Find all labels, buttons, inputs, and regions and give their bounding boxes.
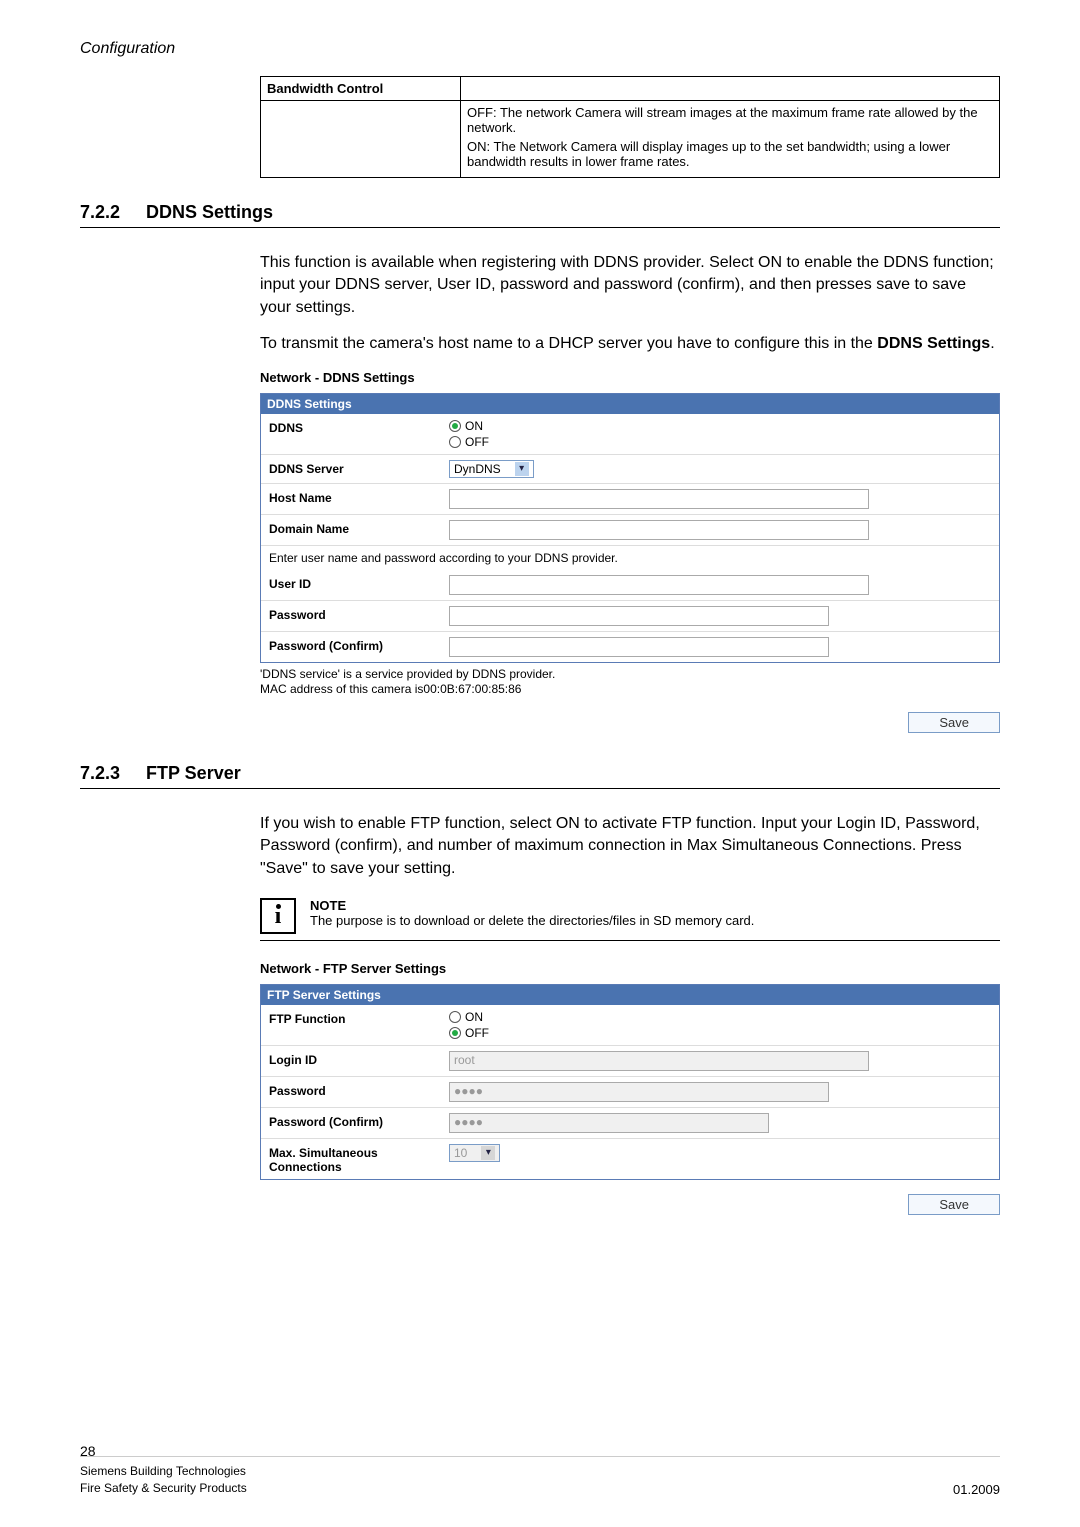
note-callout: ı NOTE The purpose is to download or del… <box>260 898 1000 941</box>
section-ddns-num: 7.2.2 <box>80 202 130 223</box>
ftp-password-label: Password <box>269 1082 449 1098</box>
footer-date: 01.2009 <box>953 1482 1000 1497</box>
chevron-down-icon: ▾ <box>515 462 529 476</box>
footer-line1: Siemens Building Technologies <box>80 1463 247 1480</box>
note-body: The purpose is to download or delete the… <box>310 913 1000 928</box>
info-icon: ı <box>260 898 296 934</box>
bandwidth-row-desc: OFF: The network Camera will stream imag… <box>461 101 1000 178</box>
ddns-password-confirm-input[interactable] <box>449 637 829 657</box>
ddns-host-label: Host Name <box>269 489 449 505</box>
ddns-server-select[interactable]: DynDNS ▾ <box>449 460 534 478</box>
ddns-host-input[interactable] <box>449 489 869 509</box>
ddns-footnote: 'DDNS service' is a service provided by … <box>260 667 1000 698</box>
bandwidth-heading: Bandwidth Control <box>261 77 461 101</box>
ddns-radio-off[interactable]: OFF <box>449 435 991 449</box>
chevron-down-icon: ▾ <box>481 1146 495 1160</box>
ftp-max-conn-label: Max. Simultaneous Connections <box>269 1144 449 1174</box>
ddns-panel: DDNS Settings DDNS ON OFF DDNS Server <box>260 393 1000 663</box>
ftp-func-label: FTP Function <box>269 1010 449 1026</box>
ddns-para-1: This function is available when register… <box>260 252 1000 319</box>
ftp-para-1: If you wish to enable FTP function, sele… <box>260 813 1000 880</box>
radio-icon <box>449 436 461 448</box>
ftp-panel-head: FTP Server Settings <box>261 985 999 1005</box>
section-ftp-title: FTP Server <box>146 763 241 784</box>
ddns-user-input[interactable] <box>449 575 869 595</box>
section-ftp: 7.2.3 FTP Server <box>80 763 1000 789</box>
radio-icon <box>449 1027 461 1039</box>
bandwidth-heading-empty <box>461 77 1000 101</box>
ddns-instruction: Enter user name and password according t… <box>261 545 999 570</box>
bandwidth-row-label <box>261 101 461 178</box>
ddns-panel-title: Network - DDNS Settings <box>260 370 1000 385</box>
section-ddns: 7.2.2 DDNS Settings <box>80 202 1000 228</box>
ddns-password-input[interactable] <box>449 606 829 626</box>
ftp-password-input[interactable]: ●●●● <box>449 1082 829 1102</box>
ftp-login-label: Login ID <box>269 1051 449 1067</box>
ftp-max-conn-select[interactable]: 10 ▾ <box>449 1144 500 1162</box>
ftp-radio-off[interactable]: OFF <box>449 1026 991 1040</box>
bandwidth-off-text: OFF: The network Camera will stream imag… <box>467 105 993 135</box>
ftp-password-confirm-input[interactable]: ●●●● <box>449 1113 769 1133</box>
note-head: NOTE <box>310 898 1000 913</box>
radio-icon <box>449 420 461 432</box>
ddns-para-2: To transmit the camera's host name to a … <box>260 333 1000 355</box>
ddns-save-button[interactable]: Save <box>908 712 1000 733</box>
ddns-user-label: User ID <box>269 575 449 591</box>
section-ddns-title: DDNS Settings <box>146 202 273 223</box>
ddns-domain-label: Domain Name <box>269 520 449 536</box>
footer-line2: Fire Safety & Security Products <box>80 1480 247 1497</box>
ddns-password-confirm-label: Password (Confirm) <box>269 637 449 653</box>
section-ftp-num: 7.2.3 <box>80 763 130 784</box>
ddns-server-label: DDNS Server <box>269 460 449 476</box>
ddns-label: DDNS <box>269 419 449 435</box>
page-header: Configuration <box>80 40 1000 58</box>
ftp-panel-title: Network - FTP Server Settings <box>260 961 1000 976</box>
bandwidth-control-table: Bandwidth Control OFF: The network Camer… <box>260 76 1000 178</box>
ftp-radio-on[interactable]: ON <box>449 1010 991 1024</box>
ftp-panel: FTP Server Settings FTP Function ON OFF … <box>260 984 1000 1180</box>
ddns-radio-on[interactable]: ON <box>449 419 991 433</box>
ddns-domain-input[interactable] <box>449 520 869 540</box>
ddns-panel-head: DDNS Settings <box>261 394 999 414</box>
bandwidth-on-text: ON: The Network Camera will display imag… <box>467 139 993 169</box>
ftp-login-input[interactable]: root <box>449 1051 869 1071</box>
ftp-password-confirm-label: Password (Confirm) <box>269 1113 449 1129</box>
ftp-save-button[interactable]: Save <box>908 1194 1000 1215</box>
radio-icon <box>449 1011 461 1023</box>
ddns-password-label: Password <box>269 606 449 622</box>
page-footer: Siemens Building Technologies Fire Safet… <box>80 1456 1000 1497</box>
